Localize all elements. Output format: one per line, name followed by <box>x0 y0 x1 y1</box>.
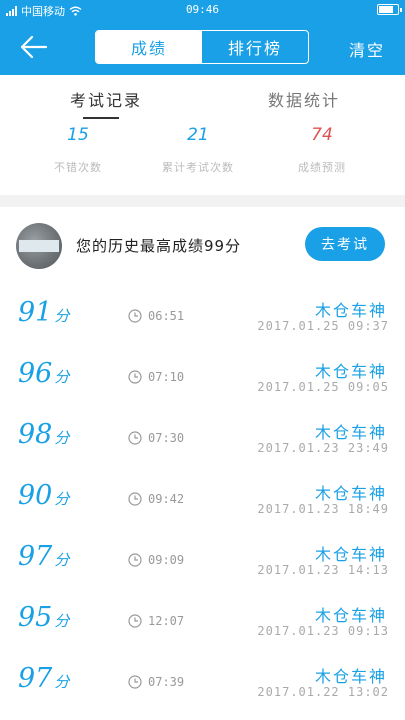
clock-icon <box>128 431 142 445</box>
stat-value: 15 <box>67 125 89 145</box>
duration-value: 12:07 <box>148 614 185 628</box>
record-date: 2017.01.25 09:37 <box>257 319 389 333</box>
stat-label: 成绩预测 <box>298 161 346 174</box>
tab-score[interactable]: 成绩 <box>96 31 202 63</box>
clock-icon <box>128 309 142 323</box>
record-name: 木仓车神 <box>314 362 387 381</box>
record-duration: 09:09 <box>128 553 184 567</box>
record-duration: 07:39 <box>128 675 184 689</box>
score-value: 96 <box>18 358 53 389</box>
score-value: 90 <box>18 480 53 511</box>
record-name: 木仓车神 <box>314 423 387 442</box>
clock-icon <box>128 492 142 506</box>
record-score: 96 分 <box>18 358 69 389</box>
stat-label: 累计考试次数 <box>162 161 234 174</box>
record-duration: 09:42 <box>128 492 184 506</box>
score-value: 91 <box>18 297 53 328</box>
score-value: 95 <box>18 602 53 633</box>
clear-button[interactable]: 清空 <box>349 37 385 61</box>
clock-icon <box>128 553 142 567</box>
score-unit: 分 <box>54 551 70 569</box>
record-duration: 12:07 <box>128 614 184 628</box>
top-bar: 成绩 排行榜 清空 <box>0 20 405 75</box>
stat-label: 不错次数 <box>54 161 102 174</box>
list-item[interactable]: 97 分 09:09 木仓车神 2017.01.23 14:13 <box>0 529 405 590</box>
clock-icon <box>128 370 142 384</box>
record-date: 2017.01.23 23:49 <box>257 441 389 455</box>
duration-value: 09:09 <box>148 553 185 567</box>
record-date: 2017.01.23 18:49 <box>257 502 389 516</box>
best-score-row: 您的历史最高成绩99分 去考试 <box>0 207 405 282</box>
avatar-badge <box>19 240 59 252</box>
duration-value: 07:39 <box>148 675 185 689</box>
subtab-exam-records[interactable]: 考试记录 <box>70 87 142 111</box>
stat-total-exams: 21 累计考试次数 <box>138 125 258 175</box>
record-score: 97 分 <box>18 541 69 572</box>
subtab-panel: 考试记录 数据统计 15 不错次数 21 累计考试次数 74 成绩预测 <box>0 75 405 195</box>
record-score: 98 分 <box>18 419 69 450</box>
battery-fill <box>379 6 393 13</box>
duration-value: 09:42 <box>148 492 185 506</box>
record-duration: 07:30 <box>128 431 184 445</box>
status-bar: 中国移动 09:46 <box>0 0 405 20</box>
score-value: 98 <box>18 419 53 450</box>
section-divider <box>0 195 405 207</box>
score-value: 97 <box>18 541 53 572</box>
stat-score-prediction: 74 成绩预测 <box>262 125 382 175</box>
score-unit: 分 <box>54 490 70 508</box>
clock-icon <box>128 675 142 689</box>
list-item[interactable]: 98 分 07:30 木仓车神 2017.01.23 23:49 <box>0 407 405 468</box>
record-duration: 06:51 <box>128 309 184 323</box>
record-score: 95 分 <box>18 602 69 633</box>
tab-ranking[interactable]: 排行榜 <box>202 31 308 63</box>
score-unit: 分 <box>54 368 70 386</box>
record-date: 2017.01.22 13:02 <box>257 685 389 699</box>
record-name: 木仓车神 <box>314 545 387 564</box>
duration-value: 07:10 <box>148 370 185 384</box>
list-item[interactable]: 91 分 06:51 木仓车神 2017.01.25 09:37 <box>0 285 405 346</box>
record-name: 木仓车神 <box>314 484 387 503</box>
take-exam-button[interactable]: 去考试 <box>305 227 385 261</box>
active-tab-indicator <box>83 117 119 119</box>
stat-value: 21 <box>187 125 209 145</box>
record-duration: 07:10 <box>128 370 184 384</box>
subtab-statistics[interactable]: 数据统计 <box>268 87 340 111</box>
record-name: 木仓车神 <box>314 606 387 625</box>
score-unit: 分 <box>54 307 70 325</box>
duration-value: 06:51 <box>148 309 185 323</box>
segmented-tabs: 成绩 排行榜 <box>95 30 309 64</box>
battery-icon <box>377 4 402 15</box>
list-item[interactable]: 95 分 12:07 木仓车神 2017.01.23 09:13 <box>0 590 405 651</box>
record-name: 木仓车神 <box>314 667 387 686</box>
best-score-text: 您的历史最高成绩99分 <box>76 237 242 255</box>
record-date: 2017.01.23 14:13 <box>257 563 389 577</box>
list-item[interactable]: 97 分 07:39 木仓车神 2017.01.22 13:02 <box>0 651 405 712</box>
avatar[interactable] <box>16 223 62 269</box>
record-list: 91 分 06:51 木仓车神 2017.01.25 09:37 96 分 07:10 木仓车神… <box>0 285 405 712</box>
status-time: 09:46 <box>185 3 220 16</box>
list-item[interactable]: 90 分 09:42 木仓车神 2017.01.23 18:49 <box>0 468 405 529</box>
stat-value: 74 <box>311 125 333 145</box>
clock-icon <box>128 614 142 628</box>
score-value: 97 <box>18 663 53 694</box>
record-name: 木仓车神 <box>314 301 387 320</box>
record-date: 2017.01.25 09:05 <box>257 380 389 394</box>
record-score: 90 分 <box>18 480 69 511</box>
record-score: 97 分 <box>18 663 69 694</box>
back-arrow-icon <box>20 35 48 59</box>
score-unit: 分 <box>54 673 70 691</box>
duration-value: 07:30 <box>148 431 185 445</box>
score-unit: 分 <box>54 612 70 630</box>
score-unit: 分 <box>54 429 70 447</box>
stat-good-count: 15 不错次数 <box>18 125 138 175</box>
record-date: 2017.01.23 09:13 <box>257 624 389 638</box>
list-item[interactable]: 96 分 07:10 木仓车神 2017.01.25 09:05 <box>0 346 405 407</box>
back-button[interactable] <box>18 32 52 62</box>
record-score: 91 分 <box>18 297 69 328</box>
